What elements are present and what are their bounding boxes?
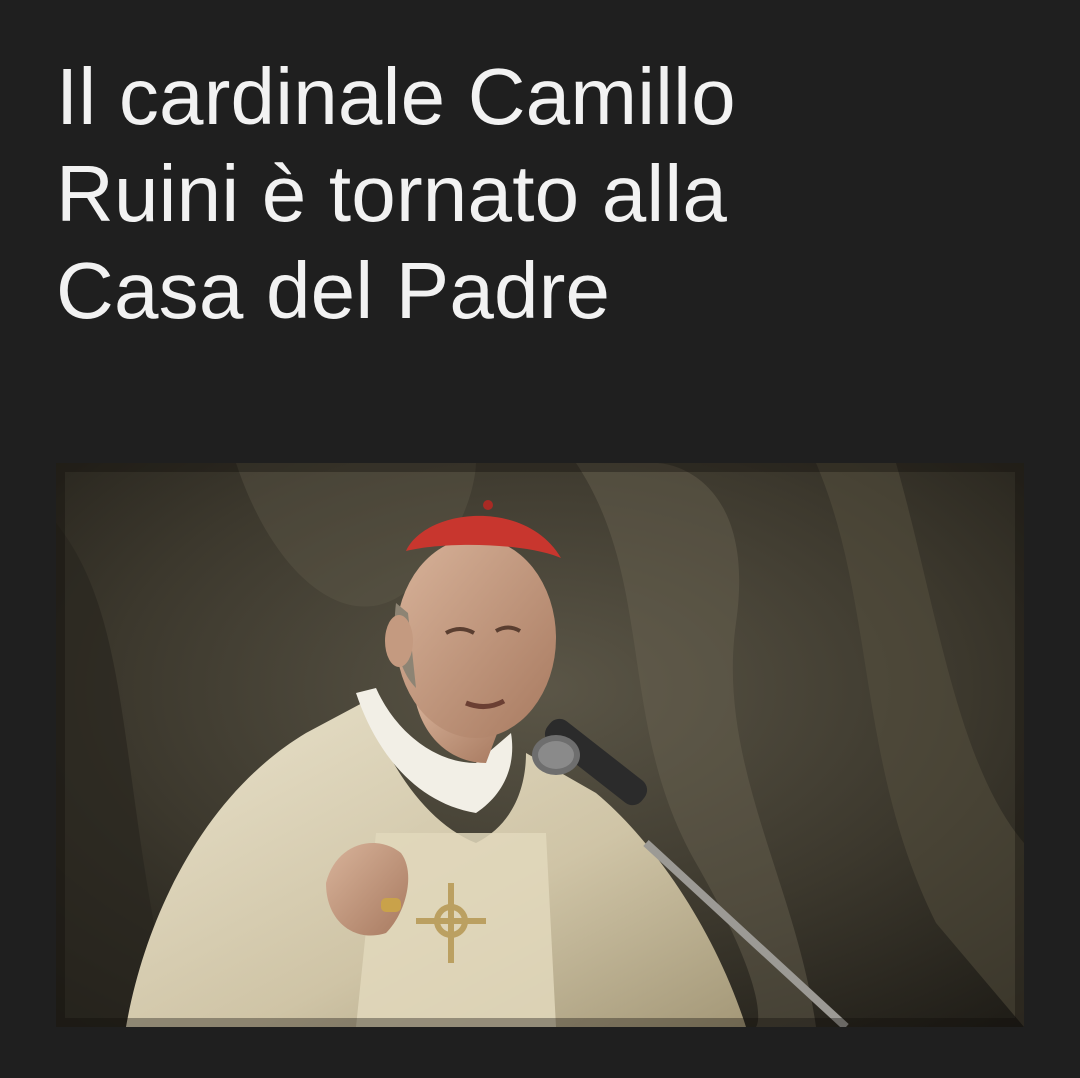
article-headline[interactable]: Il cardinale Camillo Ruini è tornato all…: [56, 48, 1016, 339]
cardinal-photo-illustration: [56, 463, 1024, 1027]
article-photo[interactable]: [56, 463, 1024, 1027]
article-card: Il cardinale Camillo Ruini è tornato all…: [0, 0, 1080, 1078]
